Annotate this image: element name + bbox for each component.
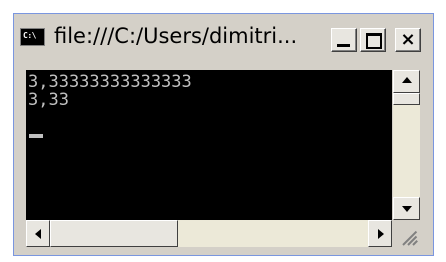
scroll-down-arrow-icon	[402, 206, 412, 212]
scroll-down-button[interactable]	[393, 197, 420, 220]
horizontal-scrollbar[interactable]	[26, 220, 392, 247]
scroll-up-arrow-icon	[402, 77, 412, 83]
scroll-right-button[interactable]	[368, 220, 392, 247]
minimize-icon	[337, 44, 350, 47]
minimize-button[interactable]	[331, 28, 357, 52]
close-icon: ×	[400, 29, 416, 50]
maximize-icon	[366, 33, 382, 49]
scroll-left-button[interactable]	[26, 220, 50, 247]
console-app-icon[interactable]: C:\	[20, 28, 45, 46]
scroll-right-arrow-icon	[378, 229, 384, 239]
close-button[interactable]: ×	[395, 28, 421, 52]
horizontal-scroll-thumb[interactable]	[50, 220, 178, 247]
console-line-2: 3,33	[28, 90, 69, 110]
vertical-scrollbar[interactable]	[393, 70, 420, 220]
scroll-up-button[interactable]	[393, 70, 420, 93]
maximize-button[interactable]	[360, 28, 386, 52]
console-output-area[interactable]: 3,33333333333333 3,33	[26, 70, 392, 220]
window-title: file:///C:/Users/dimitri...	[54, 24, 298, 48]
console-window: C:\ file:///C:/Users/dimitri... × 3,3333…	[13, 13, 434, 256]
resize-grip-icon[interactable]	[393, 220, 420, 247]
scroll-left-arrow-icon	[35, 229, 41, 239]
app-icon-text: C:\	[23, 31, 36, 40]
title-bar[interactable]: C:\ file:///C:/Users/dimitri... ×	[20, 20, 425, 57]
text-cursor	[29, 134, 43, 138]
console-line-1: 3,33333333333333	[28, 72, 192, 92]
vertical-scroll-thumb[interactable]	[393, 93, 420, 105]
